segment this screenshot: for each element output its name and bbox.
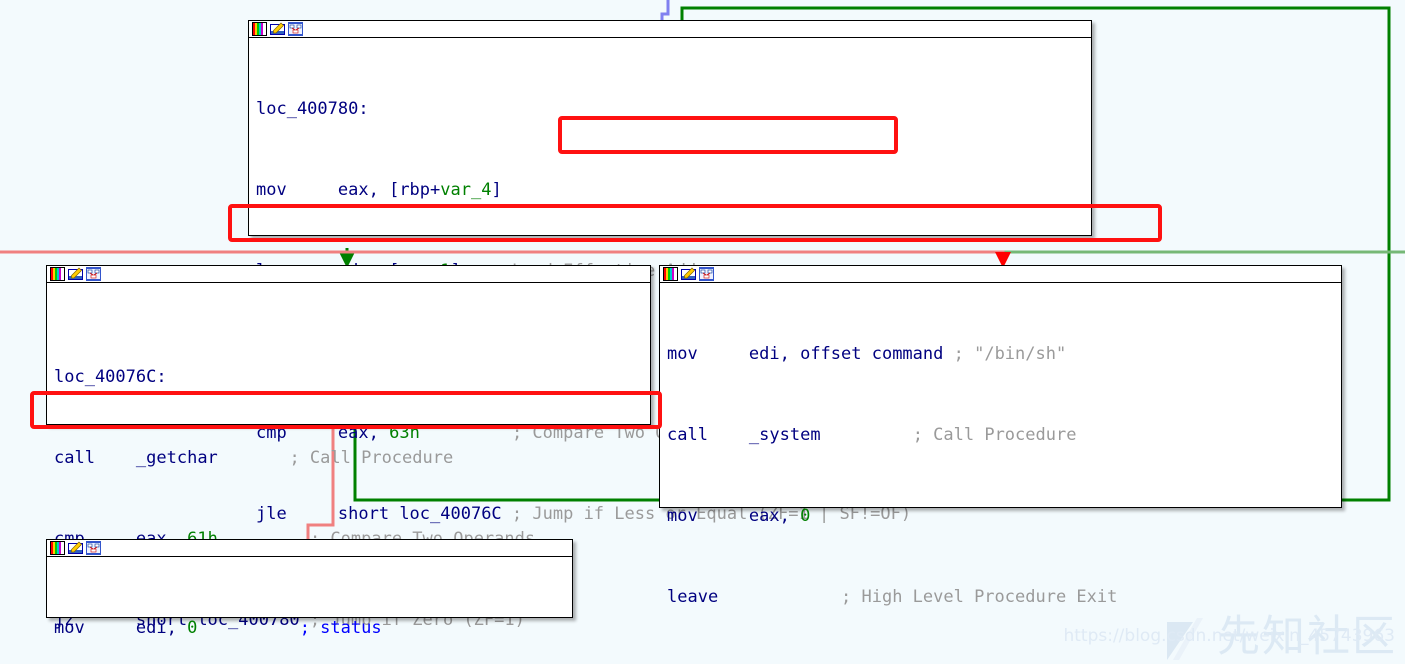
graph-layout-icon[interactable] <box>86 267 101 281</box>
edit-pencil-icon[interactable] <box>68 267 83 281</box>
asm-operands: edi, offset command <box>748 344 944 364</box>
asm-operands: _getchar <box>135 448 218 468</box>
asm-comment: ; status <box>299 618 382 638</box>
asm-line[interactable]: call _system ; Call Procedure <box>660 422 1341 449</box>
asm-mnemonic: mov <box>256 180 287 200</box>
highlight-lea-comment <box>558 116 898 154</box>
highlight-jle-instruction <box>228 204 1162 242</box>
asm-variable: 0 <box>800 506 811 526</box>
asm-line[interactable]: mov edi, 0 ; status <box>47 615 572 642</box>
node-titlebar[interactable] <box>660 266 1341 283</box>
asm-operands: eax, [rbp+ <box>337 180 441 200</box>
asm-mnemonic: leave <box>667 587 719 607</box>
node-titlebar[interactable] <box>47 540 572 557</box>
asm-comment: ; Call Procedure <box>912 425 1077 445</box>
asm-variable: var_4 <box>440 180 492 200</box>
graph-layout-icon[interactable] <box>699 267 714 281</box>
asm-label: loc_40076C: <box>54 367 167 387</box>
block-exit[interactable]: mov edi, 0 ; status call _exit ; Call Pr… <box>46 539 573 638</box>
asm-mnemonic: mov <box>54 618 85 638</box>
block-system-call[interactable]: mov edi, offset command ; "/bin/sh" call… <box>659 265 1342 607</box>
node-body: mov edi, offset command ; "/bin/sh" call… <box>660 283 1341 664</box>
highlight-jz-instruction <box>30 391 662 429</box>
node-titlebar[interactable] <box>47 266 650 283</box>
color-palette-icon[interactable] <box>50 267 65 281</box>
edit-pencil-icon[interactable] <box>681 267 696 281</box>
graph-layout-icon[interactable] <box>288 22 303 36</box>
asm-mnemonic: call <box>667 425 708 445</box>
asm-mnemonic: mov <box>667 506 698 526</box>
ida-graph-canvas[interactable]: loc_400780: mov eax, [rbp+var_4] lea edx… <box>0 0 1405 664</box>
asm-tail: ] <box>491 180 502 200</box>
color-palette-icon[interactable] <box>50 541 65 555</box>
graph-layout-icon[interactable] <box>86 541 101 555</box>
asm-comment: ; "/bin/sh" <box>953 344 1067 364</box>
color-palette-icon[interactable] <box>252 22 267 36</box>
asm-line[interactable]: call _getchar ; Call Procedure <box>47 445 650 472</box>
asm-line[interactable]: mov edi, offset command ; "/bin/sh" <box>660 341 1341 368</box>
node-body: mov edi, 0 ; status call _exit ; Call Pr… <box>47 557 572 664</box>
asm-operands: eax, <box>748 506 801 526</box>
asm-comment: ; High Level Procedure Exit <box>841 587 1118 607</box>
asm-line[interactable]: loc_40076C: <box>47 364 650 391</box>
node-titlebar[interactable] <box>249 21 1091 38</box>
edit-pencil-icon[interactable] <box>68 541 83 555</box>
asm-operands: edi, <box>135 618 188 638</box>
color-palette-icon[interactable] <box>663 267 678 281</box>
asm-variable: 0 <box>187 618 198 638</box>
asm-line[interactable]: leave ; High Level Procedure Exit <box>660 584 1341 611</box>
asm-operands: _system <box>748 425 821 445</box>
asm-mnemonic: mov <box>667 344 698 364</box>
asm-mnemonic: call <box>54 448 95 468</box>
asm-label: loc_400780: <box>256 99 369 119</box>
asm-line[interactable]: mov eax, [rbp+var_4] <box>249 177 1091 204</box>
asm-comment: ; Call Procedure <box>289 448 454 468</box>
asm-line[interactable]: mov eax, 0 <box>660 503 1341 530</box>
edit-pencil-icon[interactable] <box>270 22 285 36</box>
